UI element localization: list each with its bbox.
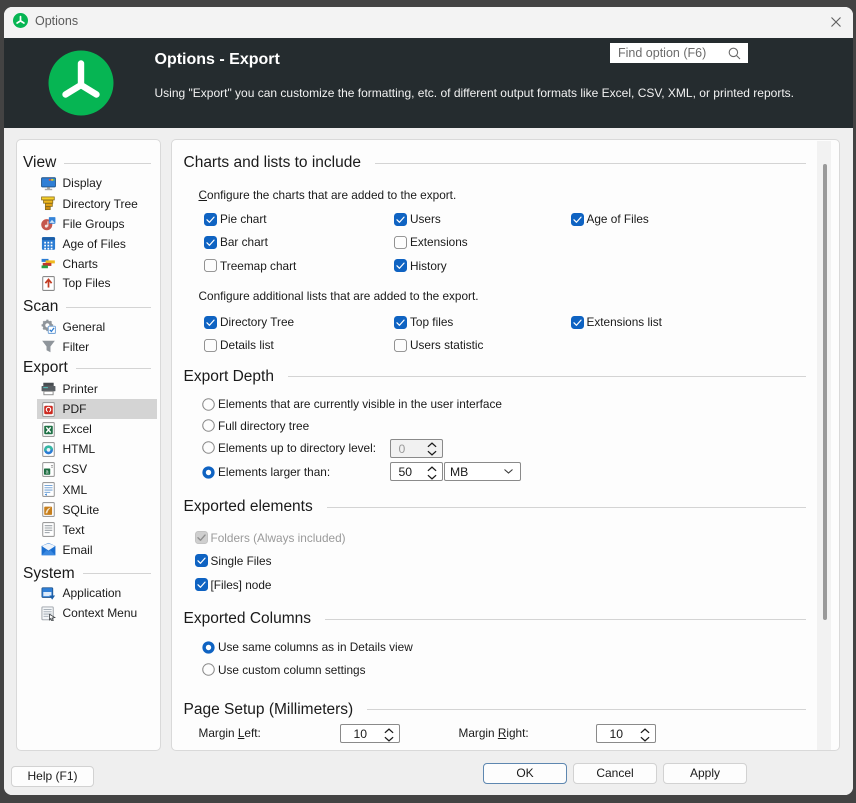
- svg-text:a: a: [45, 469, 48, 475]
